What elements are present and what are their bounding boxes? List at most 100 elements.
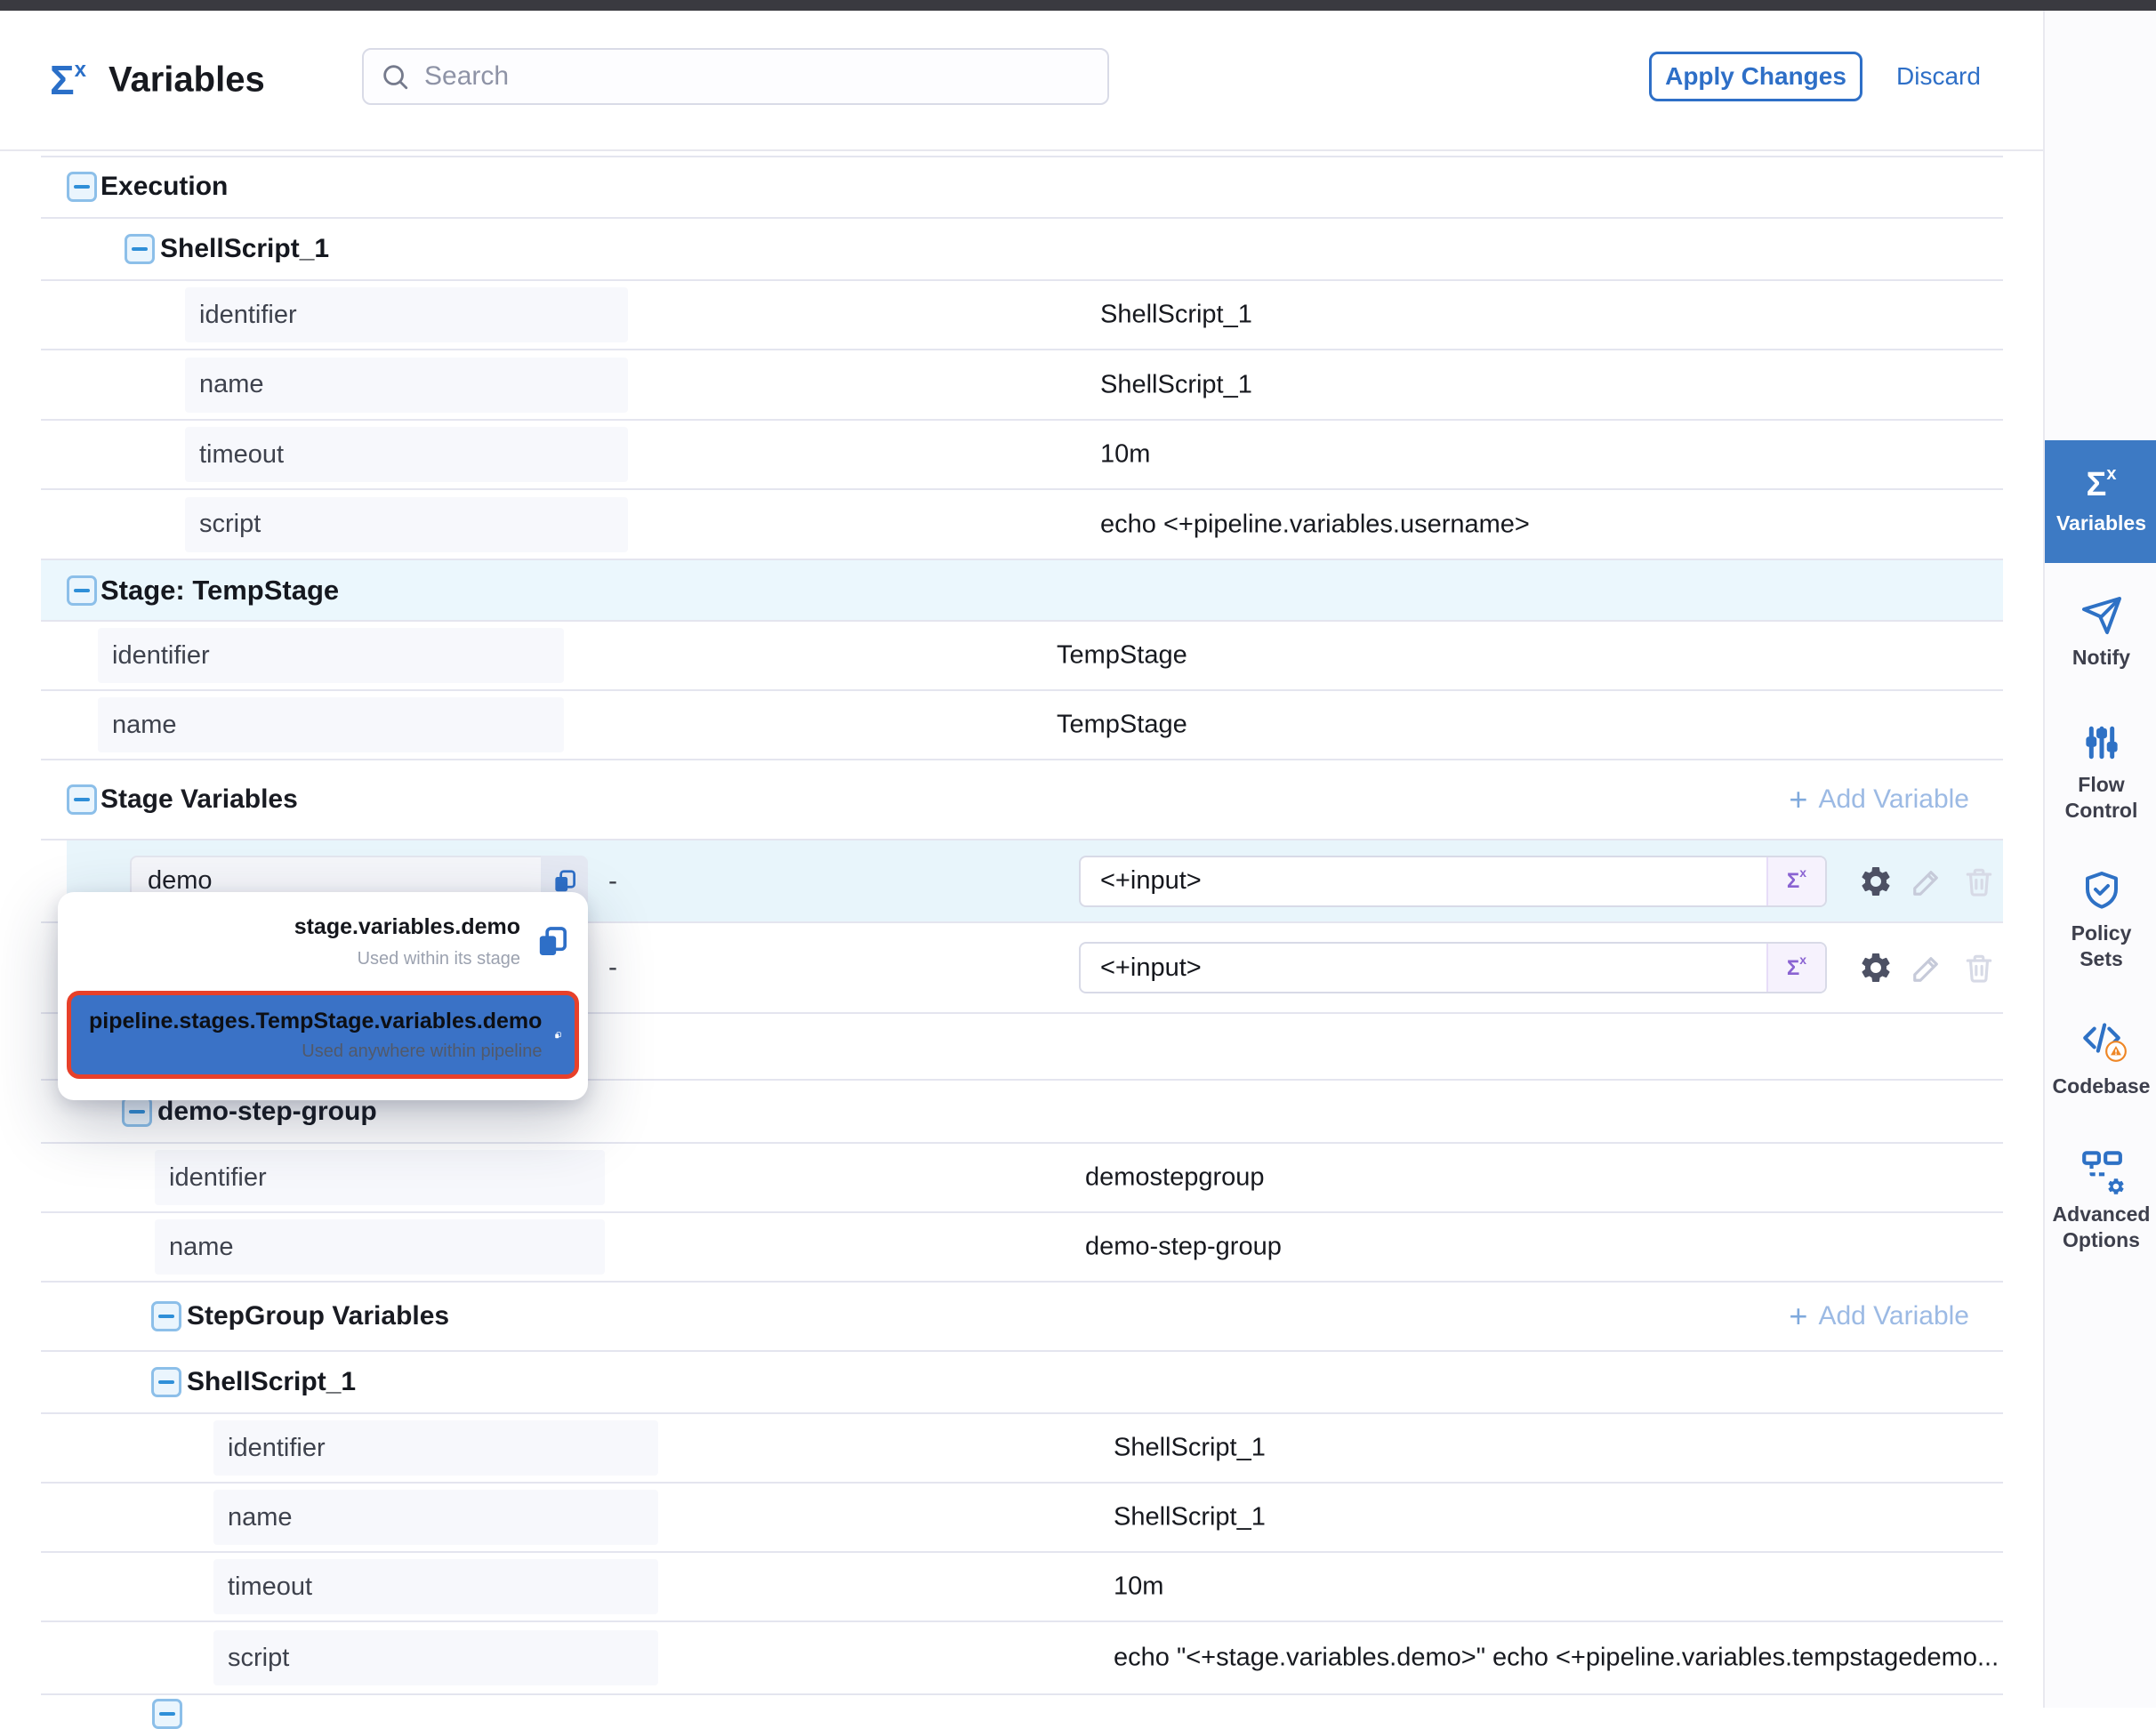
- edit-button[interactable]: [1909, 863, 1946, 900]
- field-value: echo <+pipeline.variables.username>: [1100, 510, 1530, 539]
- expression-toggle-button[interactable]: Σx: [1766, 857, 1825, 905]
- section-row-stage-variables: Stage Variables + Add Variable: [41, 760, 2003, 840]
- trash-icon: [1962, 951, 1996, 985]
- copy-icon[interactable]: [535, 924, 570, 960]
- field-label-text: timeout: [199, 440, 284, 470]
- settings-button[interactable]: [1857, 949, 1895, 986]
- collapse-icon[interactable]: [151, 1367, 181, 1397]
- expression-toggle-button[interactable]: Σx: [1766, 944, 1825, 992]
- field-row: identifier demostepgroup: [41, 1144, 2003, 1213]
- right-sidebar: Σx Variables Notify Flow Control Policy …: [2043, 11, 2156, 1708]
- collapse-icon[interactable]: [67, 575, 97, 606]
- plus-icon: +: [1789, 1300, 1807, 1332]
- sidebar-item-label: Notify: [2048, 645, 2155, 671]
- collapse-icon[interactable]: [152, 1699, 182, 1729]
- field-row: timeout 10m: [41, 1553, 2003, 1622]
- discard-button[interactable]: Discard: [1896, 52, 1981, 101]
- field-value: TempStage: [1057, 641, 1187, 671]
- add-variable-label: Add Variable: [1818, 1301, 1969, 1331]
- variables-sigma-logo-icon: Σx: [50, 60, 86, 101]
- expression-scope: Used anywhere within pipeline: [89, 1041, 542, 1062]
- collapse-icon[interactable]: [151, 1301, 181, 1331]
- field-value: demo-step-group: [1085, 1233, 1282, 1262]
- field-label-text: timeout: [228, 1572, 312, 1602]
- field-label: name: [98, 697, 564, 752]
- variable-value-input[interactable]: <+input> Σx: [1079, 856, 1827, 907]
- sidebar-item-label: Advanced Options: [2048, 1202, 2155, 1253]
- field-label: name: [185, 358, 628, 413]
- popup-option-pipeline-scope-selected[interactable]: pipeline.stages.TempStage.variables.demo…: [67, 991, 579, 1079]
- variable-value-input[interactable]: <+input> Σx: [1079, 942, 1827, 993]
- variable-value-text: <+input>: [1081, 953, 1766, 983]
- section-title: Stage Variables: [101, 784, 298, 815]
- add-variable-button[interactable]: + Add Variable: [1789, 1300, 1969, 1332]
- field-row: name ShellScript_1: [41, 1484, 2003, 1553]
- window-top-strip: [0, 0, 2156, 11]
- sidebar-item-notify[interactable]: Notify: [2045, 593, 2156, 671]
- field-value: ShellScript_1: [1100, 370, 1252, 399]
- field-label: name: [213, 1490, 658, 1545]
- gear-icon: [1858, 864, 1894, 899]
- expression-scope: Used within its stage: [294, 949, 520, 969]
- field-value: ShellScript_1: [1114, 1434, 1266, 1463]
- tree-label: demo-step-group: [157, 1097, 377, 1127]
- field-label: timeout: [185, 427, 628, 482]
- sidebar-item-label: Variables: [2048, 511, 2155, 536]
- add-variable-button[interactable]: + Add Variable: [1789, 784, 1969, 816]
- paper-plane-icon: [2080, 593, 2123, 636]
- delete-button[interactable]: [1960, 863, 1998, 900]
- field-row: script echo <+pipeline.variables.usernam…: [41, 490, 2003, 560]
- field-label: script: [213, 1630, 658, 1685]
- variable-value-text: <+input>: [1081, 866, 1766, 896]
- expression-path: stage.variables.demo: [294, 914, 520, 940]
- sidebar-item-codebase[interactable]: Codebase: [2045, 1016, 2156, 1099]
- sliders-icon: [2081, 722, 2122, 763]
- tree-row-stage: Stage: TempStage: [41, 560, 2003, 622]
- field-label-text: name: [228, 1503, 293, 1532]
- field-label: name: [155, 1219, 605, 1275]
- field-value: TempStage: [1057, 711, 1187, 740]
- gear-icon: [1858, 950, 1894, 985]
- pencil-icon: [1911, 951, 1944, 985]
- collapse-icon[interactable]: [67, 172, 97, 202]
- edit-button[interactable]: [1909, 949, 1946, 986]
- field-value: echo "<+stage.variables.demo>" echo <+pi…: [1114, 1644, 1999, 1673]
- tree-label: Execution: [101, 172, 228, 202]
- delete-button[interactable]: [1960, 949, 1998, 986]
- code-icon: [2080, 1016, 2124, 1065]
- sidebar-item-flow-control[interactable]: Flow Control: [2045, 722, 2156, 824]
- sidebar-item-label: Flow Control: [2048, 772, 2155, 824]
- field-label-text: identifier: [169, 1163, 267, 1193]
- field-row: identifier TempStage: [41, 622, 2003, 691]
- tree-label: ShellScript_1: [160, 234, 329, 264]
- trash-icon: [1962, 864, 1996, 898]
- sidebar-item-variables[interactable]: Σx Variables: [2045, 440, 2156, 563]
- field-label-text: name: [169, 1233, 234, 1262]
- section-row-stepgroup-variables: StepGroup Variables + Add Variable: [41, 1283, 2003, 1352]
- collapse-icon[interactable]: [122, 1097, 152, 1127]
- warning-badge-icon: [2104, 1040, 2128, 1063]
- field-label: identifier: [98, 628, 564, 683]
- collapse-icon[interactable]: [67, 784, 97, 815]
- shield-check-icon: [2080, 869, 2123, 912]
- row-actions: [1857, 949, 1998, 986]
- field-label-text: script: [199, 510, 261, 539]
- collapse-icon[interactable]: [125, 234, 155, 264]
- field-row: timeout 10m: [41, 421, 2003, 490]
- search-input[interactable]: [422, 60, 1091, 92]
- field-row: name demo-step-group: [41, 1213, 2003, 1283]
- sidebar-item-advanced-options[interactable]: Advanced Options: [2045, 1147, 2156, 1253]
- apply-changes-button[interactable]: Apply Changes: [1649, 52, 1862, 101]
- copy-icon[interactable]: [554, 1017, 562, 1053]
- popup-option-stage-scope[interactable]: stage.variables.demo Used within its sta…: [58, 892, 588, 991]
- tree-row-execution: Execution: [41, 156, 2003, 219]
- field-row: name ShellScript_1: [41, 350, 2003, 421]
- row-actions: [1857, 863, 1998, 900]
- variable-description: -: [608, 953, 617, 983]
- sidebar-item-policy-sets[interactable]: Policy Sets: [2045, 869, 2156, 972]
- settings-button[interactable]: [1857, 863, 1895, 900]
- tree-row-shellscript-top: ShellScript_1: [41, 219, 2003, 281]
- plus-icon: +: [1789, 784, 1807, 816]
- field-label-text: identifier: [199, 301, 297, 330]
- search-box[interactable]: [362, 48, 1109, 105]
